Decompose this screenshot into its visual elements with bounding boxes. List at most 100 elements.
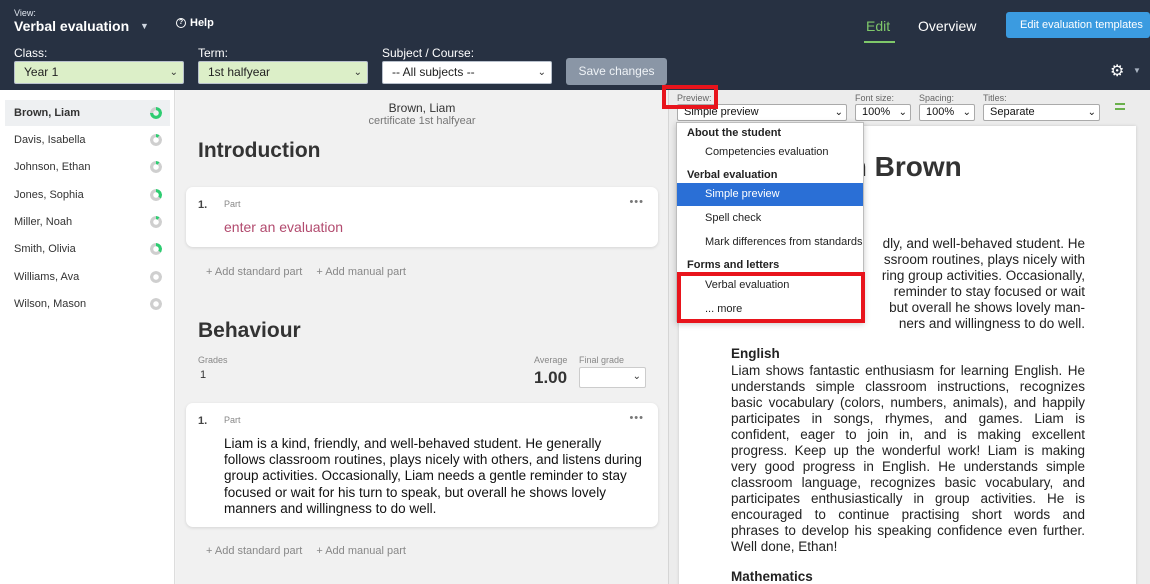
- chevron-down-icon: ⌄: [169, 67, 178, 78]
- student-list: Brown, Liam Davis, Isabella Johnson, Eth…: [0, 90, 175, 584]
- student-item[interactable]: Williams, Ava: [5, 264, 170, 290]
- add-standard-part-label: Add standard part: [214, 545, 303, 557]
- mathematics-heading: Mathematics: [731, 569, 813, 584]
- active-tab-indicator: [864, 41, 895, 43]
- menu-item-spell-check[interactable]: Spell check: [677, 207, 863, 230]
- add-part-row: + Add standard part + Add manual part: [206, 545, 406, 557]
- student-item[interactable]: Jones, Sophia: [5, 182, 170, 208]
- evaluation-part-card: 1. Part ••• enter an evaluation: [186, 187, 658, 247]
- chevron-down-icon[interactable]: ▼: [140, 21, 149, 31]
- add-standard-part-label: Add standard part: [214, 266, 303, 278]
- add-part-row: + Add standard part + Add manual part: [206, 266, 406, 278]
- subject-select[interactable]: -- All subjects -- ⌄: [382, 61, 552, 84]
- chevron-down-icon: ⌄: [834, 107, 843, 118]
- titles-label: Titles:: [983, 93, 1007, 103]
- plus-icon: +: [316, 545, 326, 557]
- add-standard-part-button[interactable]: + Add standard part: [206, 266, 302, 278]
- tab-edit[interactable]: Edit: [866, 18, 890, 34]
- final-grade-select[interactable]: ⌄: [579, 367, 646, 388]
- plus-icon: +: [316, 266, 326, 278]
- help-link[interactable]: ? Help: [176, 17, 214, 29]
- add-manual-part-button[interactable]: + Add manual part: [316, 545, 406, 557]
- section-title-behaviour: Behaviour: [198, 319, 301, 342]
- chevron-down-icon[interactable]: ▼: [1133, 66, 1141, 75]
- term-select[interactable]: 1st halfyear ⌄: [198, 61, 368, 84]
- plus-icon: +: [206, 545, 215, 557]
- highlight-box: [677, 272, 865, 323]
- add-standard-part-button[interactable]: + Add standard part: [206, 545, 302, 557]
- evaluation-text[interactable]: Liam is a kind, friendly, and well-behav…: [224, 436, 646, 517]
- menu-group-forms-letters: Forms and letters: [687, 259, 780, 271]
- menu-item-competencies[interactable]: Competencies evaluation: [677, 141, 863, 164]
- menu-group-verbal-evaluation: Verbal evaluation: [687, 169, 778, 181]
- student-item[interactable]: Johnson, Ethan: [5, 154, 170, 180]
- menu-item-simple-preview[interactable]: Simple preview: [677, 183, 863, 206]
- spacing-select[interactable]: 100% ⌄: [919, 104, 975, 121]
- student-name: Brown, Liam: [14, 107, 81, 119]
- top-bar: View: Verbal evaluation ▼ ? Help Edit Ov…: [0, 0, 1150, 90]
- student-item[interactable]: Davis, Isabella: [5, 127, 170, 153]
- gear-icon[interactable]: ⚙: [1110, 61, 1124, 81]
- progress-icon: [150, 271, 162, 283]
- highlight-box: [662, 85, 718, 109]
- spacing-label: Spacing:: [919, 93, 955, 103]
- menu-item-mark-differences[interactable]: Mark differences from standards: [677, 231, 863, 254]
- grades-value: 1: [200, 369, 207, 381]
- font-size-select[interactable]: 100% ⌄: [855, 104, 911, 121]
- help-label: Help: [190, 17, 214, 29]
- edit-templates-button[interactable]: Edit evaluation templates: [1006, 12, 1150, 38]
- save-changes-button[interactable]: Save changes: [566, 58, 667, 85]
- english-paragraph: Liam shows fantastic enthusiasm for lear…: [731, 363, 1085, 554]
- font-size-value: 100%: [862, 106, 891, 118]
- part-label: Part: [224, 415, 241, 425]
- certificate-subtitle: certificate 1st halfyear: [368, 115, 476, 127]
- progress-icon: [150, 134, 162, 146]
- chevron-down-icon: ⌄: [962, 107, 971, 118]
- view-selector[interactable]: Verbal evaluation: [14, 18, 129, 34]
- subject-label: Subject / Course:: [382, 46, 475, 60]
- more-options-icon[interactable]: •••: [629, 196, 644, 208]
- evaluation-input[interactable]: enter an evaluation: [224, 219, 343, 235]
- student-item[interactable]: Brown, Liam: [5, 100, 170, 126]
- english-heading: English: [731, 346, 780, 361]
- titles-select[interactable]: Separate ⌄: [983, 104, 1100, 121]
- spacing-value: 100%: [926, 106, 955, 118]
- progress-icon: [150, 243, 162, 255]
- subject-select-value: -- All subjects --: [392, 65, 475, 79]
- student-item[interactable]: Smith, Olivia: [5, 236, 170, 262]
- chevron-down-icon: ⌄: [898, 107, 907, 118]
- font-size-label: Font size:: [855, 93, 895, 103]
- part-number: 1.: [198, 199, 208, 211]
- student-name: Smith, Olivia: [14, 243, 76, 255]
- menu-icon[interactable]: [1115, 103, 1125, 113]
- progress-icon: [150, 298, 162, 310]
- progress-icon: [150, 216, 162, 228]
- student-name: Johnson, Ethan: [14, 161, 91, 173]
- student-item[interactable]: Wilson, Mason: [5, 291, 170, 317]
- student-heading: Brown, Liam: [388, 101, 456, 115]
- student-name: Williams, Ava: [14, 271, 80, 283]
- term-select-value: 1st halfyear: [208, 65, 271, 79]
- average-value: 1.00: [534, 368, 568, 387]
- more-options-icon[interactable]: •••: [629, 412, 644, 424]
- tab-overview[interactable]: Overview: [918, 18, 976, 34]
- part-label: Part: [224, 199, 241, 209]
- add-manual-part-button[interactable]: + Add manual part: [316, 266, 406, 278]
- progress-icon: [150, 189, 162, 201]
- final-grade-label: Final grade: [579, 355, 625, 365]
- view-label: View:: [14, 8, 36, 18]
- question-icon: ?: [176, 18, 186, 28]
- term-label: Term:: [198, 46, 228, 60]
- class-select[interactable]: Year 1 ⌄: [14, 61, 184, 84]
- average-label: Average: [534, 355, 568, 365]
- section-title-introduction: Introduction: [198, 139, 321, 162]
- grades-label: Grades: [198, 355, 228, 365]
- class-label: Class:: [14, 46, 48, 60]
- progress-icon: [150, 107, 162, 119]
- add-manual-part-label: Add manual part: [325, 545, 406, 557]
- plus-icon: +: [206, 266, 215, 278]
- part-number: 1.: [198, 415, 208, 427]
- evaluation-part-card: 1. Part ••• Liam is a kind, friendly, an…: [186, 403, 658, 527]
- student-item[interactable]: Miller, Noah: [5, 209, 170, 235]
- student-name: Jones, Sophia: [14, 189, 84, 201]
